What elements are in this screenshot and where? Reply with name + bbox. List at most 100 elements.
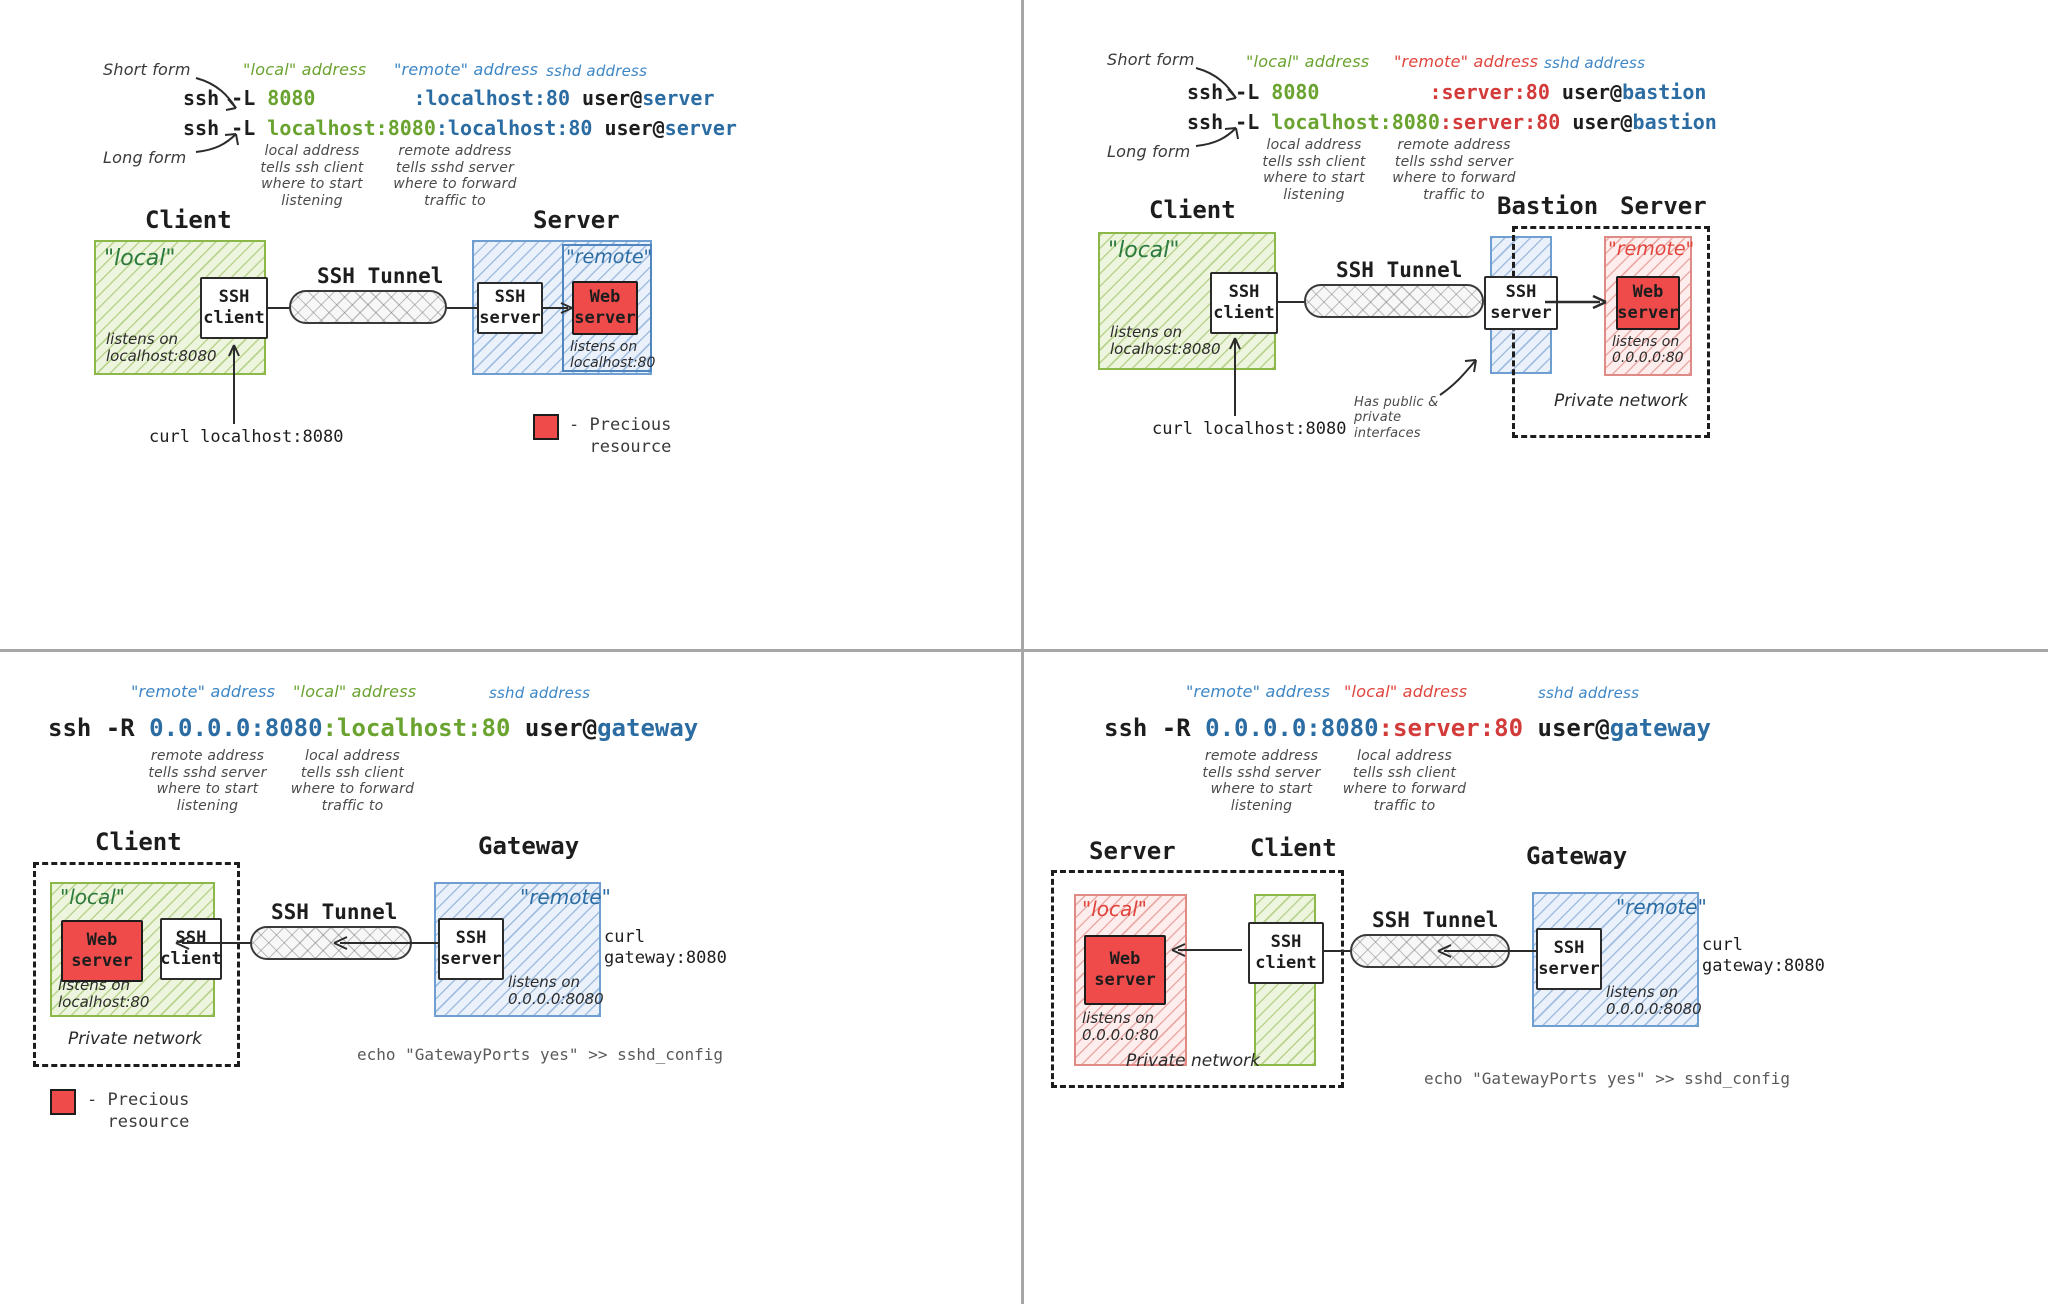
host-title-client: Client [1149, 196, 1236, 224]
cmd-remote: :server:80 [1429, 80, 1550, 104]
cmd-prefix: ssh -L [183, 116, 268, 140]
note-local-address: local address tells ssh client where to … [290, 748, 415, 814]
legend-swatch-precious [50, 1089, 76, 1115]
note-local-address: local address tells ssh client where to … [1262, 137, 1366, 203]
local-address-label: "local" address [243, 60, 367, 79]
remote-address-label: "remote" address [394, 60, 539, 79]
cmd-user: user@ [1560, 110, 1633, 134]
cmd-prefix: ssh -L [1187, 80, 1272, 104]
private-network-boundary [1512, 226, 1710, 438]
legend-precious-label: - Precious resource [87, 1090, 190, 1133]
cmd-host: gateway [597, 714, 699, 742]
long-form-label: Long form [103, 148, 187, 167]
cmd-local: 8080 [267, 86, 316, 110]
command-long-form: ssh -L localhost:8080:localhost:80 user@… [183, 116, 737, 140]
cmd-local: :server:80 [1378, 714, 1524, 742]
host-title-bastion: Bastion [1497, 192, 1599, 220]
node-ssh-client: SSH client [160, 918, 222, 980]
curl-command: curl gateway:8080 [604, 927, 727, 969]
command-remote-forward: ssh -R 0.0.0.0:8080:localhost:80 user@ga… [48, 714, 698, 742]
host-title-gateway: Gateway [478, 832, 580, 860]
cmd-remote: :localhost:80 [435, 116, 593, 140]
node-ssh-server: SSH server [438, 918, 504, 980]
note-local-address: local address tells ssh client where to … [260, 143, 364, 209]
local-address-label: "local" address [1344, 682, 1468, 701]
ssh-tunnel [250, 926, 412, 960]
cmd-user: user@ [592, 116, 665, 140]
cmd-user: user@ [1549, 80, 1623, 104]
sshd-config-hint: echo "GatewayPorts yes" >> sshd_config [1424, 1069, 1791, 1088]
cmd-prefix: ssh -L [1187, 110, 1272, 134]
cmd-host: server [664, 116, 737, 140]
cmd-host: server [642, 86, 715, 110]
note-remote-address: remote address tells sshd server where t… [393, 143, 517, 209]
remote-address-label: "remote" address [1394, 52, 1539, 71]
cmd-user: user@ [510, 714, 598, 742]
local-address-label: "local" address [1246, 52, 1370, 71]
host-title-client: Client [145, 206, 232, 234]
cmd-remote: 0.0.0.0:8080 [1205, 714, 1379, 742]
cmd-local: localhost:8080 [1271, 110, 1440, 134]
sshd-address-label: sshd address [489, 684, 591, 702]
remote-address-label: "remote" address [131, 682, 276, 701]
short-form-label: Short form [1107, 50, 1195, 69]
ssh-tunnel-label: SSH Tunnel [317, 264, 444, 288]
remote-address-label: "remote" address [1186, 682, 1331, 701]
node-web-server: Web server [572, 281, 638, 335]
ssh-tunnel-label: SSH Tunnel [271, 900, 398, 924]
ssh-tunnel [289, 290, 447, 324]
node-ssh-client: SSH client [1210, 272, 1278, 334]
command-long-form: ssh -L localhost:8080:server:80 user@bas… [1187, 110, 1717, 134]
cmd-local: 8080 [1271, 80, 1320, 104]
node-ssh-client: SSH client [1248, 922, 1324, 984]
command-short-form: ssh -L 8080 :server:80 user@bastion [1187, 80, 1706, 104]
cmd-local: :localhost:80 [322, 714, 511, 742]
cmd-user: user@ [570, 86, 643, 110]
panel-ssh-remote-forward: "remote" address "local" address sshd ad… [0, 652, 1024, 1304]
ssh-tunnel [1350, 934, 1510, 968]
sshd-address-label: sshd address [1538, 684, 1640, 702]
cmd-prefix: ssh -R [48, 714, 150, 742]
note-local-address: local address tells ssh client where to … [1342, 748, 1467, 814]
node-web-server: Web server [1616, 276, 1680, 330]
host-title-client: Client [95, 828, 182, 856]
cmd-remote: :server:80 [1439, 110, 1561, 134]
cmd-host: bastion [1632, 110, 1717, 134]
sshd-config-hint: echo "GatewayPorts yes" >> sshd_config [357, 1045, 724, 1064]
curl-command: curl localhost:8080 [149, 427, 344, 447]
node-ssh-server: SSH server [477, 282, 543, 334]
cmd-remote: 0.0.0.0:8080 [149, 714, 323, 742]
legend-swatch-precious [533, 414, 559, 440]
host-title-server: Server [533, 206, 620, 234]
host-title-server: Server [1089, 837, 1176, 865]
zone-remote-label: "remote" [1616, 895, 1707, 919]
zone-remote-note: listens on localhost:80 [570, 339, 656, 372]
ssh-tunnel-label: SSH Tunnel [1372, 908, 1499, 932]
node-ssh-server: SSH server [1484, 276, 1558, 330]
cmd-remote: :localhost:80 [413, 86, 571, 110]
bastion-note: Has public & private interfaces [1354, 395, 1439, 441]
ssh-tunnel-label: SSH Tunnel [1336, 258, 1463, 282]
host-title-gateway: Gateway [1526, 842, 1628, 870]
panel-ssh-local-forward-bastion: Short form Long form "local" address "re… [1024, 0, 2048, 652]
cmd-user: user@ [1523, 714, 1610, 742]
cmd-host: gateway [1609, 714, 1711, 742]
zone-remote-label: "remote" [566, 246, 653, 268]
node-ssh-server: SSH server [1536, 928, 1602, 990]
panel-ssh-remote-forward-private: "remote" address "local" address sshd ad… [1024, 652, 2048, 1304]
sshd-address-label: sshd address [546, 62, 648, 80]
cmd-host: bastion [1622, 80, 1707, 104]
wire-tunnel-server [445, 307, 479, 309]
sshd-address-label: sshd address [1544, 54, 1646, 72]
diagram-grid: Short form Long form "local" address "re… [0, 0, 2048, 1304]
host-title-client: Client [1250, 834, 1337, 862]
cmd-local: localhost:8080 [267, 116, 436, 140]
zone-local-note: listens on localhost:8080 [1110, 323, 1221, 359]
command-remote-forward: ssh -R 0.0.0.0:8080:server:80 user@gatew… [1104, 714, 1711, 742]
command-short-form: ssh -L 8080 :localhost:80 user@server [183, 86, 715, 110]
zone-remote-note: listens on 0.0.0.0:8080 [508, 973, 604, 1009]
zone-local-label: "local" [104, 246, 176, 271]
curl-command: curl localhost:8080 [1152, 419, 1347, 439]
panel-ssh-local-forward: Short form Long form "local" address "re… [0, 0, 1024, 652]
cmd-prefix: ssh -L [183, 86, 268, 110]
